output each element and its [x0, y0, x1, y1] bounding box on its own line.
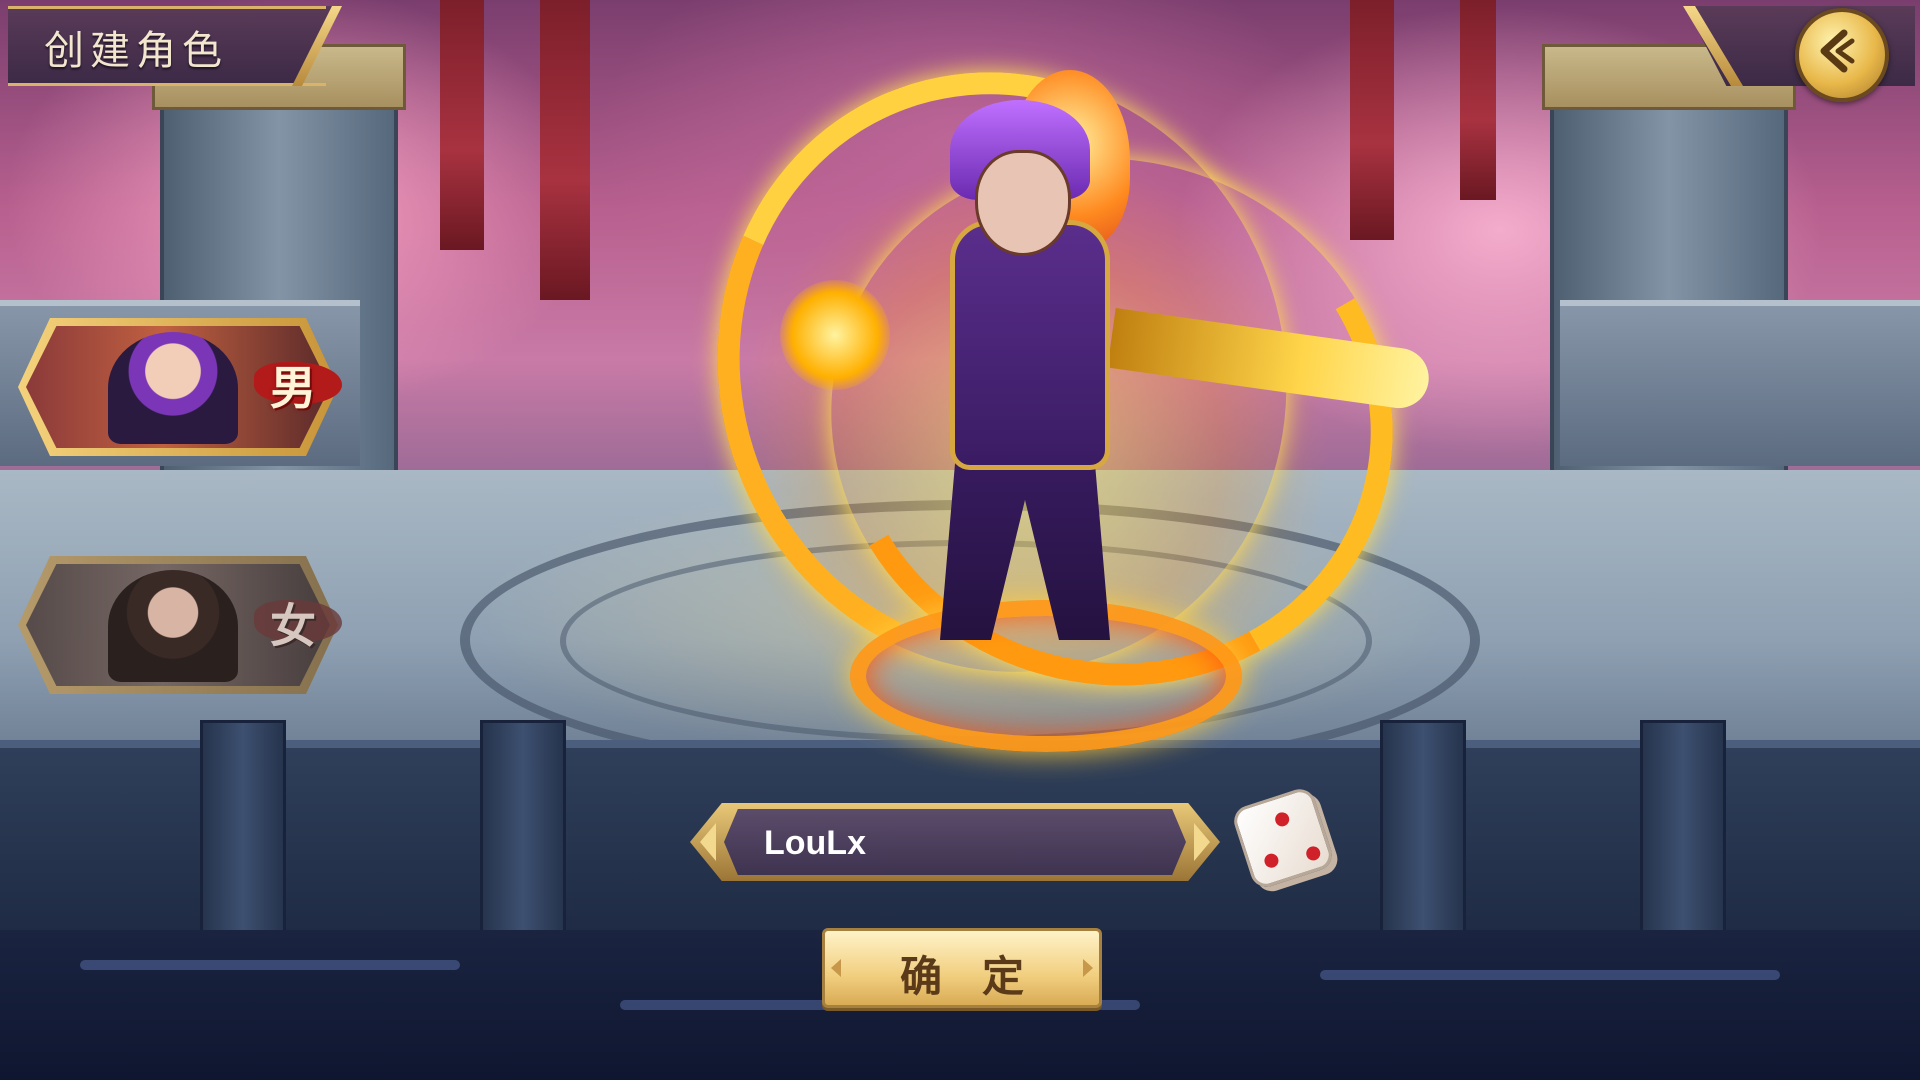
dice-pip [1304, 844, 1323, 863]
gender-option-male[interactable]: 男 [18, 318, 342, 456]
railing-post [480, 720, 566, 946]
back-button[interactable] [1795, 8, 1889, 102]
female-hero-portrait [108, 570, 238, 682]
dice-icon [1230, 785, 1336, 891]
hero-armor [950, 220, 1110, 470]
male-hero-portrait [108, 332, 238, 444]
character-name-input[interactable] [762, 815, 1146, 871]
back-arrow-icon [1820, 29, 1855, 73]
name-input-bar [690, 803, 1220, 881]
gender-label-female: 女 [270, 599, 316, 653]
hanging-banner [540, 0, 590, 300]
water-wave [80, 960, 460, 970]
confirm-button[interactable]: 确定 [822, 928, 1102, 1008]
confirm-label: 确定 [899, 952, 1064, 1001]
hanging-banner [1460, 0, 1496, 200]
railing-post [200, 720, 286, 946]
dice-pip [1262, 851, 1281, 870]
glowing-fist [780, 280, 890, 390]
gender-label-male: 男 [270, 361, 316, 415]
hero-character [633, 0, 1453, 780]
chevron-left-icon [700, 823, 716, 861]
railing-post [1640, 720, 1726, 946]
hero-head [975, 150, 1071, 256]
dice-pip [1273, 810, 1292, 829]
gender-option-female[interactable]: 女 [18, 556, 342, 694]
chevron-right-icon [1194, 823, 1210, 861]
stone-wall-right [1560, 300, 1920, 466]
hanging-banner [440, 0, 484, 250]
fire-ring [850, 600, 1242, 752]
page-title: 创建角色 [44, 28, 228, 74]
water-wave [1320, 970, 1780, 980]
